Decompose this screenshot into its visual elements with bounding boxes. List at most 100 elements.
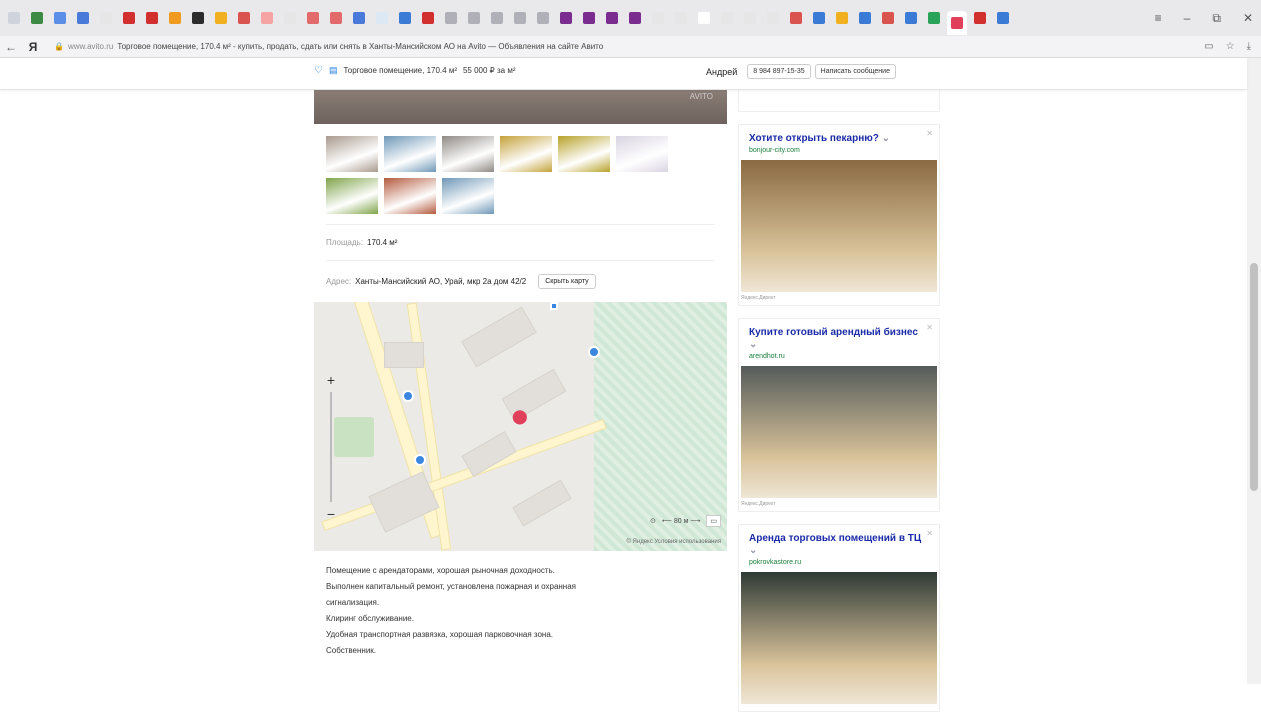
ad-close-icon[interactable]: ✕ [926, 529, 933, 538]
browser-tab[interactable] [142, 8, 162, 28]
browser-tab[interactable] [510, 8, 530, 28]
map-poi-icon[interactable] [402, 390, 414, 402]
scrollbar-thumb[interactable] [1250, 263, 1258, 491]
photo-thumbnail[interactable] [326, 136, 378, 172]
browser-tab[interactable] [763, 8, 783, 28]
browser-tab[interactable] [4, 8, 24, 28]
browser-tab[interactable] [119, 8, 139, 28]
browser-tab[interactable] [809, 8, 829, 28]
browser-tab[interactable] [947, 11, 967, 35]
ad-card[interactable]: ✕ Хотите открыть пекарню? ⌄ bonjour-city… [738, 124, 940, 306]
map-poi-icon[interactable] [550, 302, 558, 310]
browser-tab[interactable] [211, 8, 231, 28]
browser-tab[interactable] [487, 8, 507, 28]
map-zoom-control[interactable]: + − [324, 372, 338, 522]
ad-domain[interactable]: arendhot.ru [739, 353, 939, 366]
browser-tab[interactable] [349, 8, 369, 28]
ad-title[interactable]: Аренда торговых помещений в ТЦ ⌄ [739, 525, 939, 559]
browser-tab[interactable] [464, 8, 484, 28]
map-poi-icon[interactable] [588, 346, 600, 358]
photo-thumbnail[interactable] [616, 136, 668, 172]
browser-tab[interactable] [740, 8, 760, 28]
browser-tab[interactable] [717, 8, 737, 28]
ad-title[interactable]: Хотите открыть пекарню? ⌄ [739, 125, 939, 147]
photo-thumbnail[interactable] [384, 178, 436, 214]
browser-tab[interactable] [878, 8, 898, 28]
browser-tab[interactable] [648, 8, 668, 28]
browser-tab[interactable] [372, 8, 392, 28]
ad-image[interactable] [741, 366, 937, 498]
chevron-down-icon[interactable]: ⌄ [882, 133, 890, 144]
minimize-icon[interactable]: – [1184, 11, 1191, 25]
chevron-down-icon[interactable]: ⌄ [749, 339, 757, 350]
browser-tab[interactable] [602, 8, 622, 28]
zoom-slider[interactable] [330, 392, 332, 502]
browser-tab[interactable] [418, 8, 438, 28]
restore-icon[interactable]: ⧉ [1212, 11, 1221, 26]
map-ruler-icon[interactable]: ⊙ [650, 517, 656, 525]
browser-tab[interactable] [901, 8, 921, 28]
photo-thumbnail[interactable] [326, 178, 378, 214]
photo-thumbnail[interactable] [500, 136, 552, 172]
browser-tab[interactable] [96, 8, 116, 28]
browser-tab[interactable] [533, 8, 553, 28]
tab-list-icon[interactable]: ≡ [1155, 11, 1162, 25]
browser-tab[interactable] [832, 8, 852, 28]
browser-tab[interactable] [993, 8, 1013, 28]
browser-tab[interactable] [280, 8, 300, 28]
browser-tab[interactable] [694, 8, 714, 28]
browser-tab[interactable] [257, 8, 277, 28]
ad-image[interactable] [741, 572, 937, 704]
browser-tab[interactable] [671, 8, 691, 28]
browser-tab[interactable] [234, 8, 254, 28]
chevron-down-icon[interactable]: ⌄ [749, 545, 757, 556]
browser-tab[interactable] [556, 8, 576, 28]
browser-tab[interactable] [165, 8, 185, 28]
location-map[interactable]: + − ⬤ ⊙ ⟵ 80 м ⟶ ▭ © Яндекс Условия испо… [314, 302, 727, 551]
map-layers-icon[interactable]: ▭ [706, 515, 721, 527]
close-window-icon[interactable]: ✕ [1243, 11, 1253, 25]
show-phone-button[interactable]: 8 984 897-15-35 [747, 64, 811, 79]
browser-tab[interactable] [27, 8, 47, 28]
browser-tab[interactable] [73, 8, 93, 28]
photo-thumbnail[interactable] [384, 136, 436, 172]
browser-tab[interactable] [786, 8, 806, 28]
zoom-in-icon[interactable]: + [327, 372, 335, 388]
browser-tab[interactable] [326, 8, 346, 28]
ad-domain[interactable]: pokrovkastore.ru [739, 559, 939, 572]
browser-tab[interactable] [188, 8, 208, 28]
reader-mode-icon[interactable]: ▭ [1204, 41, 1213, 52]
ad-close-icon[interactable]: ✕ [926, 129, 933, 138]
photo-thumbnail[interactable] [442, 136, 494, 172]
hide-map-button[interactable]: Скрыть карту [538, 274, 596, 289]
ad-card[interactable]: ✕ Купите готовый арендный бизнес ⌄ arend… [738, 318, 940, 512]
ad-close-icon[interactable]: ✕ [926, 323, 933, 332]
page-scrollbar[interactable] [1247, 58, 1261, 684]
bookmark-star-icon[interactable]: ☆ [1226, 41, 1235, 52]
download-icon[interactable]: ⤓ [1247, 41, 1251, 52]
ad-domain[interactable]: bonjour-city.com [739, 147, 939, 160]
location-pin-icon[interactable]: ⬤ [512, 408, 528, 425]
browser-tab[interactable] [395, 8, 415, 28]
photo-thumbnail[interactable] [558, 136, 610, 172]
yandex-icon[interactable]: Я [22, 40, 44, 54]
browser-tab[interactable] [303, 8, 323, 28]
browser-tab[interactable] [50, 8, 70, 28]
browser-tab[interactable] [855, 8, 875, 28]
zoom-out-icon[interactable]: − [327, 506, 335, 522]
main-photo[interactable]: AVITO [314, 90, 727, 124]
browser-tab[interactable] [625, 8, 645, 28]
map-copyright[interactable]: © Яндекс Условия использования [626, 539, 721, 545]
compare-icon[interactable]: ▤ [329, 65, 338, 76]
photo-thumbnail[interactable] [442, 178, 494, 214]
browser-tab[interactable] [579, 8, 599, 28]
map-poi-icon[interactable] [414, 454, 426, 466]
write-message-button[interactable]: Написать сообщение [814, 64, 896, 79]
ad-title[interactable]: Купите готовый арендный бизнес ⌄ [739, 319, 939, 353]
ad-image[interactable] [741, 160, 937, 292]
back-icon[interactable]: ← [0, 40, 22, 54]
url-field[interactable]: 🔒 www.avito.ru Торговое помещение, 170.4… [54, 42, 603, 51]
favorite-heart-icon[interactable]: ♡ [314, 65, 323, 76]
browser-tab[interactable] [924, 8, 944, 28]
browser-tab[interactable] [441, 8, 461, 28]
